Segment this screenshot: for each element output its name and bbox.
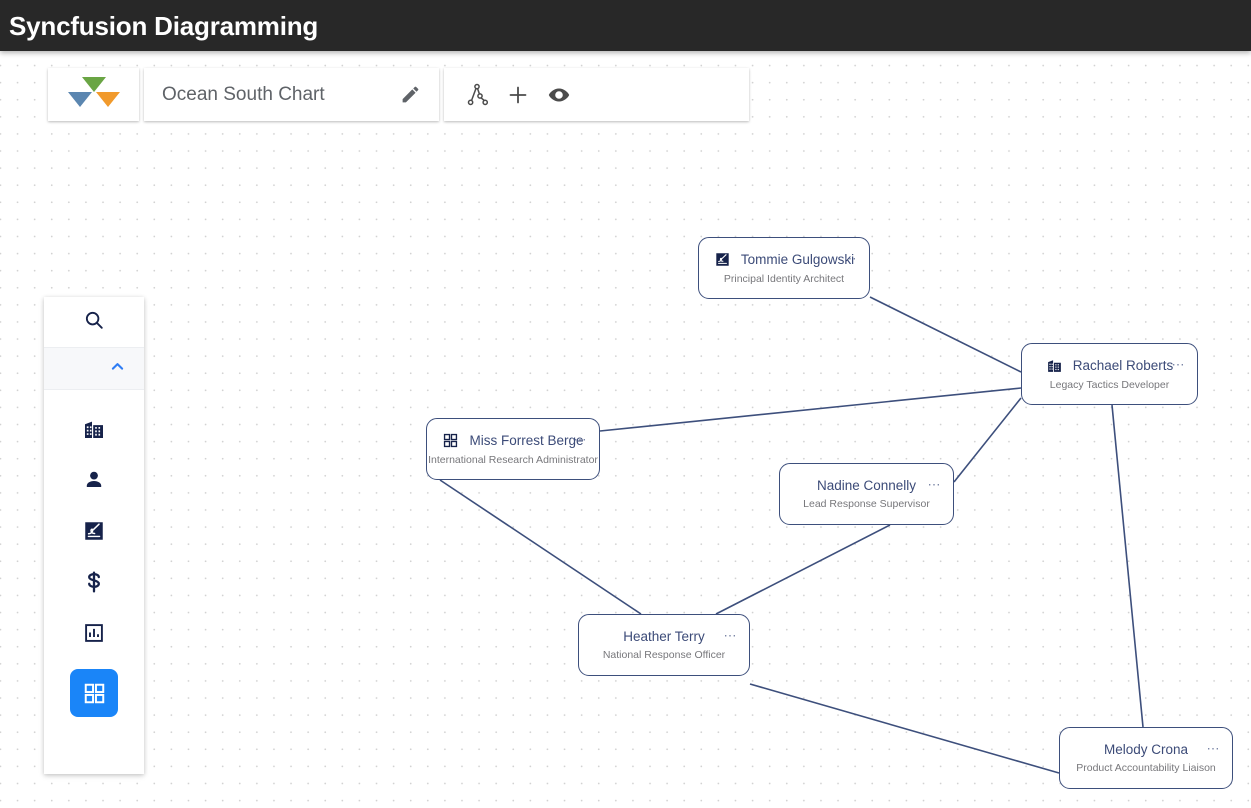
node-name: Tommie Gulgowski: [740, 252, 855, 267]
palette-collapse-toggle[interactable]: [44, 347, 144, 390]
node-name: Melody Crona: [1103, 742, 1189, 757]
palette-search-button[interactable]: [44, 297, 144, 347]
palette-item-chart[interactable]: [70, 614, 118, 652]
node-header: Rachael Roberts ⋯: [1022, 357, 1197, 374]
node-header: Tommie Gulgowski ⋯: [699, 251, 869, 268]
node-header: Heather Terry ⋯: [623, 627, 737, 644]
diagram-name-card[interactable]: Ocean South Chart: [144, 68, 439, 121]
plus-icon[interactable]: [505, 82, 531, 108]
node-role: Lead Response Supervisor: [803, 498, 930, 510]
grid-icon: [82, 681, 107, 706]
diagram-name-value[interactable]: Ocean South Chart: [162, 84, 325, 106]
node-header: Miss Forrest Berge ⋯: [427, 432, 599, 449]
connector[interactable]: [953, 397, 1022, 483]
diagram-node[interactable]: Rachael Roberts ⋯ Legacy Tactics Developer: [1021, 343, 1198, 405]
node-role: Product Accountability Liaison: [1076, 762, 1216, 774]
chevron-up-icon: [109, 358, 126, 380]
connector-layer: [439, 296, 1144, 774]
connector[interactable]: [749, 683, 1060, 774]
diagram-node[interactable]: Melody Crona ⋯ Product Accountability Liai…: [1059, 727, 1233, 789]
node-role: Legacy Tactics Developer: [1049, 379, 1170, 391]
palette-item-currency[interactable]: [70, 563, 118, 601]
eye-icon[interactable]: [546, 82, 572, 108]
diagram-app-window: Syncfusion Diagramming Tommie Gulgowski ⋯…: [0, 0, 1251, 808]
palette-item-person[interactable]: [70, 461, 118, 499]
signature-document-icon: [714, 251, 731, 268]
node-name: Nadine Connelly: [816, 478, 917, 493]
person-icon: [82, 468, 106, 492]
search-icon: [83, 309, 105, 336]
connector[interactable]: [1111, 404, 1144, 728]
hierarchy-tree-icon[interactable]: [464, 82, 490, 108]
syncfusion-logo-icon: [66, 75, 122, 114]
shape-palette: [44, 297, 144, 774]
dollar-sign-icon: [82, 570, 106, 594]
node-name: Rachael Roberts: [1072, 358, 1174, 373]
syncfusion-logo-card[interactable]: [48, 68, 139, 121]
diagram-node[interactable]: Heather Terry ⋯ National Response Officer: [578, 614, 750, 676]
app-header-bar: Syncfusion Diagramming: [0, 0, 1251, 51]
palette-item-building[interactable]: [70, 410, 118, 448]
page-title: Syncfusion Diagramming: [9, 10, 319, 41]
diagram-canvas[interactable]: Tommie Gulgowski ⋯ Principal Identity Arch…: [0, 51, 1251, 808]
signature-document-icon: [82, 519, 106, 543]
node-role: National Response Officer: [602, 649, 726, 661]
node-role: International Research Administrator: [428, 454, 598, 466]
node-header: Nadine Connelly ⋯: [816, 476, 941, 493]
connector[interactable]: [869, 296, 1022, 373]
connector[interactable]: [715, 524, 891, 615]
palette-item-list: [44, 390, 144, 774]
building-icon: [1046, 357, 1063, 374]
bar-chart-icon: [82, 621, 106, 645]
palette-item-signature[interactable]: [70, 512, 118, 550]
diagram-node[interactable]: Tommie Gulgowski ⋯ Principal Identity Arch…: [698, 237, 870, 299]
node-name: Heather Terry: [623, 629, 705, 644]
node-role: Principal Identity Architect: [723, 273, 845, 285]
grid-icon: [442, 432, 459, 449]
diagram-toolbar: Ocean South Chart: [48, 68, 749, 121]
connector[interactable]: [599, 387, 1022, 432]
diagram-node[interactable]: Nadine Connelly ⋯ Lead Response Supervisor: [779, 463, 954, 525]
palette-item-grid[interactable]: [70, 669, 118, 717]
toolbar-actions-card: [444, 68, 749, 121]
node-name: Miss Forrest Berge: [469, 433, 584, 448]
diagram-node[interactable]: Miss Forrest Berge ⋯ International Researc…: [426, 418, 600, 480]
pencil-icon[interactable]: [399, 84, 421, 106]
connector[interactable]: [439, 479, 642, 615]
node-header: Melody Crona ⋯: [1103, 740, 1220, 757]
building-icon: [82, 417, 106, 441]
